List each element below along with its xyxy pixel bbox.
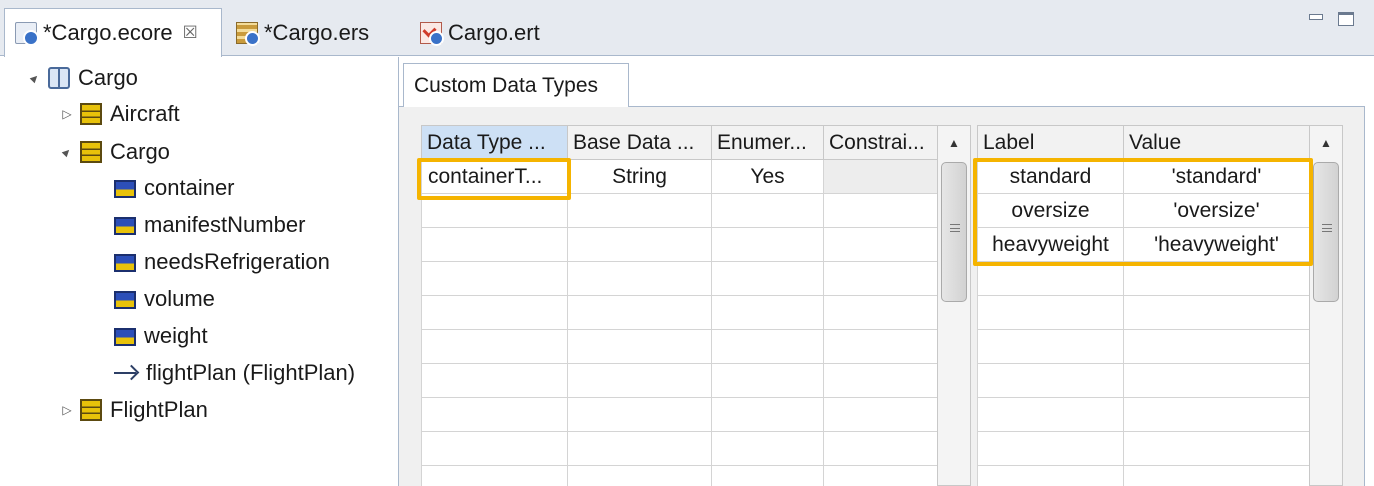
grip-icon	[1322, 224, 1332, 232]
window-controls	[1308, 12, 1354, 26]
table-row	[421, 363, 938, 398]
table-row[interactable]: containerT... String Yes	[421, 159, 938, 194]
close-icon[interactable]: ☒	[183, 23, 198, 43]
tab-label: Cargo.ert	[448, 20, 540, 45]
table-row	[977, 295, 1310, 330]
tree-item-needsrefrigeration[interactable]: needsRefrigeration	[114, 245, 330, 279]
ert-file-icon	[420, 22, 444, 46]
tab-cargo-ert[interactable]: Cargo.ert	[420, 10, 540, 56]
tree-item-flightplan-reference[interactable]: flightPlan (FlightPlan)	[114, 356, 355, 390]
tree-item-volume[interactable]: volume	[114, 282, 215, 316]
cell-base-data-type[interactable]: String	[567, 159, 712, 194]
model-tree: ▲ Cargo ▷ Aircraft ▲ Cargo container man…	[0, 57, 398, 486]
tree-item-label: manifestNumber	[144, 212, 306, 237]
table-row	[421, 431, 938, 466]
attribute-icon	[114, 180, 136, 198]
ecore-file-icon	[15, 22, 39, 46]
column-header-value[interactable]: Value	[1123, 125, 1310, 160]
column-header-label[interactable]: Label	[977, 125, 1124, 160]
cell-constraints[interactable]	[823, 159, 938, 194]
expand-toggle-icon[interactable]: ▷	[60, 107, 74, 121]
table-row[interactable]: standard 'standard'	[977, 159, 1310, 194]
grip-icon	[950, 224, 960, 232]
table-row[interactable]: heavyweight 'heavyweight'	[977, 227, 1310, 262]
tab-custom-data-types[interactable]: Custom Data Types	[403, 63, 629, 107]
tree-item-container[interactable]: container	[114, 171, 235, 205]
table-row	[421, 193, 938, 228]
tree-item-label: weight	[144, 323, 208, 348]
editor-tab-bar: *Cargo.ecore ☒ *Cargo.ers Cargo.ert	[0, 0, 1374, 57]
tree-item-cargo-package[interactable]: ▲ Cargo	[25, 61, 138, 95]
expand-toggle-icon[interactable]: ▲	[57, 142, 77, 162]
enum-literals-table: Label Value standard 'standard' oversize…	[977, 125, 1310, 486]
table-row	[977, 329, 1310, 364]
column-header-base-data-type[interactable]: Base Data ...	[567, 125, 712, 160]
attribute-icon	[114, 217, 136, 235]
table-row	[977, 397, 1310, 432]
editor-area: Custom Data Types Data Type ... Base Dat…	[398, 57, 1374, 486]
table-header-row: Label Value	[977, 125, 1310, 160]
tree-item-cargo-class[interactable]: ▲ Cargo	[57, 135, 170, 169]
class-icon	[80, 141, 102, 163]
tree-item-label: flightPlan (FlightPlan)	[146, 360, 356, 385]
column-header-constraints[interactable]: Constrai...	[823, 125, 938, 160]
tree-item-label: Cargo	[78, 65, 138, 90]
tree-item-label: Cargo	[110, 139, 170, 164]
table-row	[977, 261, 1310, 296]
class-icon	[80, 103, 102, 125]
tree-item-manifestnumber[interactable]: manifestNumber	[114, 208, 305, 242]
minimize-icon[interactable]	[1308, 12, 1324, 26]
attribute-icon	[114, 254, 136, 272]
tree-item-aircraft[interactable]: ▷ Aircraft	[60, 97, 180, 131]
table-header-row: Data Type ... Base Data ... Enumer... Co…	[421, 125, 938, 160]
expand-toggle-icon[interactable]: ▲	[25, 68, 45, 88]
tree-item-flightplan[interactable]: ▷ FlightPlan	[60, 393, 208, 427]
cell-value[interactable]: 'standard'	[1123, 159, 1310, 194]
cell-label[interactable]: standard	[977, 159, 1124, 194]
data-types-table: Data Type ... Base Data ... Enumer... Co…	[421, 125, 938, 486]
cell-label[interactable]: oversize	[977, 193, 1124, 228]
table-row	[421, 227, 938, 262]
reference-icon	[114, 362, 138, 384]
maximize-icon[interactable]	[1338, 12, 1354, 26]
table-row[interactable]: oversize 'oversize'	[977, 193, 1310, 228]
package-icon	[48, 67, 70, 89]
column-header-data-type[interactable]: Data Type ...	[421, 125, 568, 160]
scroll-thumb[interactable]	[1313, 162, 1339, 302]
cell-data-type[interactable]: containerT...	[421, 159, 568, 194]
table-row	[421, 295, 938, 330]
table-row	[421, 397, 938, 432]
attribute-icon	[114, 291, 136, 309]
scroll-thumb[interactable]	[941, 162, 967, 302]
data-types-scrollbar[interactable]: ▲	[937, 125, 971, 486]
attribute-icon	[114, 328, 136, 346]
class-icon	[80, 399, 102, 421]
cell-value[interactable]: 'oversize'	[1123, 193, 1310, 228]
scroll-up-icon[interactable]: ▲	[1310, 126, 1342, 160]
table-row	[977, 465, 1310, 486]
tree-item-label: Aircraft	[110, 101, 180, 126]
table-row	[421, 329, 938, 364]
tree-item-label: volume	[144, 286, 215, 311]
expand-toggle-icon[interactable]: ▷	[60, 403, 74, 417]
tab-label: *Cargo.ecore	[43, 20, 173, 45]
enum-literals-scrollbar[interactable]: ▲	[1309, 125, 1343, 486]
tab-label: *Cargo.ers	[264, 20, 370, 45]
tree-item-weight[interactable]: weight	[114, 319, 208, 353]
tab-cargo-ecore[interactable]: *Cargo.ecore ☒	[4, 8, 222, 57]
scroll-up-icon[interactable]: ▲	[938, 126, 970, 160]
ers-file-icon	[236, 22, 260, 46]
table-row	[977, 363, 1310, 398]
tree-item-label: container	[144, 175, 235, 200]
tree-item-label: FlightPlan	[110, 397, 208, 422]
column-header-enumeration[interactable]: Enumer...	[711, 125, 824, 160]
tab-cargo-ers[interactable]: *Cargo.ers	[236, 10, 369, 56]
table-row	[421, 465, 938, 486]
tree-item-label: needsRefrigeration	[144, 249, 330, 274]
table-row	[421, 261, 938, 296]
cell-enumeration[interactable]: Yes	[711, 159, 824, 194]
cell-label[interactable]: heavyweight	[977, 227, 1124, 262]
cell-value[interactable]: 'heavyweight'	[1123, 227, 1310, 262]
table-row	[977, 431, 1310, 466]
